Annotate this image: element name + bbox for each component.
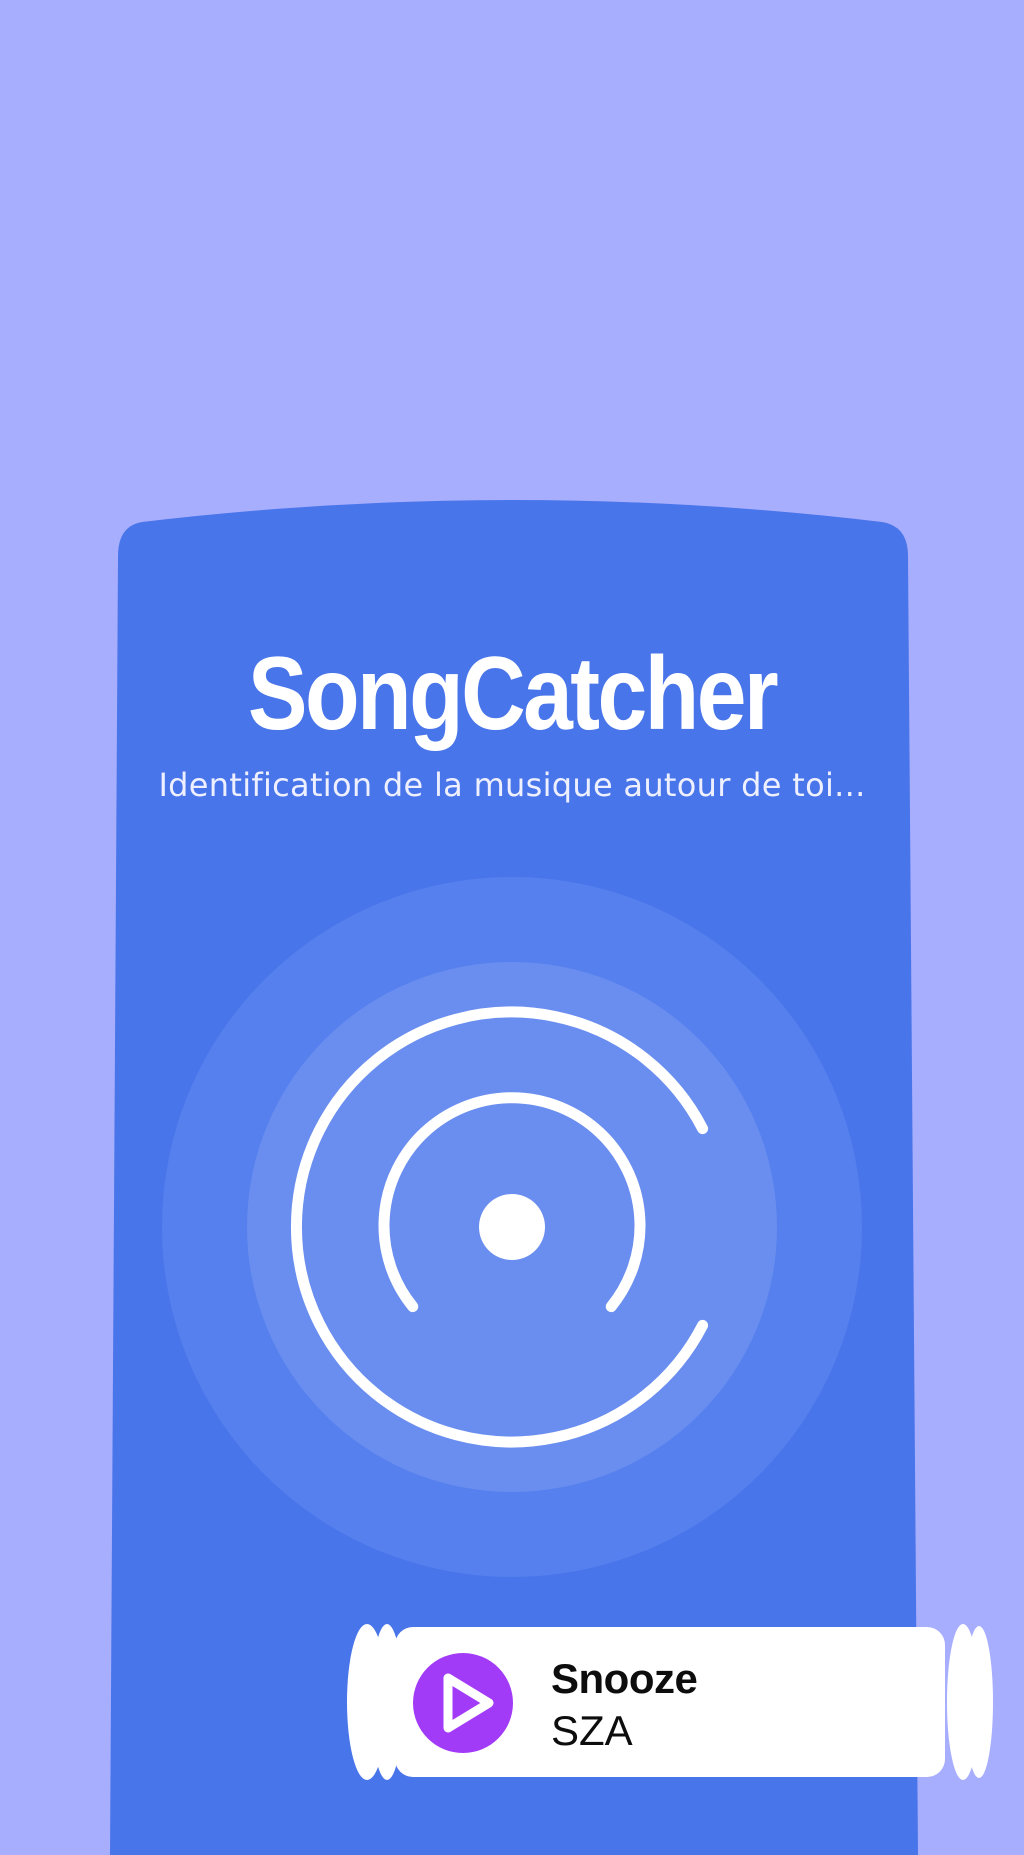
song-title: Snooze (551, 1655, 698, 1702)
play-button[interactable] (413, 1653, 513, 1753)
play-icon (443, 1673, 494, 1733)
now-playing-card[interactable]: Snooze SZA (345, 1622, 995, 1782)
main-card: SongCatcher Identification de la musique… (0, 0, 1024, 1855)
listening-rings-icon (162, 877, 862, 1577)
app-title: SongCatcher (247, 636, 779, 752)
song-artist: SZA (551, 1707, 633, 1754)
listen-button[interactable] (162, 877, 862, 1577)
app-subtitle: Identification de la musique autour de t… (158, 766, 866, 804)
